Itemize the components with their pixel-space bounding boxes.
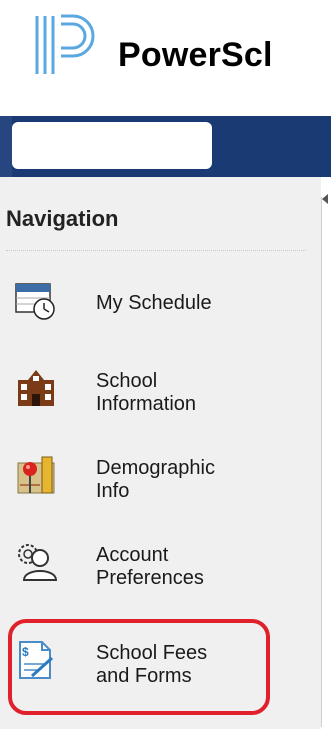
nav-item-my-schedule[interactable]: My Schedule xyxy=(6,270,310,338)
highlight-annotation xyxy=(8,619,270,715)
map-pin-icon xyxy=(17,456,55,494)
nav-item-account-preferences[interactable]: Account Preferences xyxy=(6,532,310,600)
user-bar xyxy=(0,116,331,177)
nav-item-demographic-info[interactable]: Demographic Info xyxy=(6,445,310,513)
calendar-clock-icon xyxy=(15,283,55,320)
nav-title: Navigation xyxy=(6,206,119,231)
user-bar-edge xyxy=(0,116,12,177)
nav-label-demographic-info: Demographic Info xyxy=(96,457,215,502)
header: PowerScl xyxy=(0,0,331,86)
nav-label-account-preferences: Account Preferences xyxy=(96,544,204,589)
nav-item-school-information[interactable]: School Information xyxy=(6,358,310,426)
student-name-box[interactable] xyxy=(12,122,212,169)
school-building-icon xyxy=(18,370,54,406)
nav-label-school-information: School Information xyxy=(96,370,197,415)
sidebar-divider xyxy=(321,177,331,729)
nav-label-my-schedule: My Schedule xyxy=(96,292,212,314)
powerschool-logo-icon xyxy=(35,14,95,74)
user-gear-icon xyxy=(18,544,58,581)
nav-divider xyxy=(6,250,306,251)
brand-name: PowerScl xyxy=(118,36,273,74)
collapse-arrow-icon[interactable] xyxy=(322,194,328,204)
